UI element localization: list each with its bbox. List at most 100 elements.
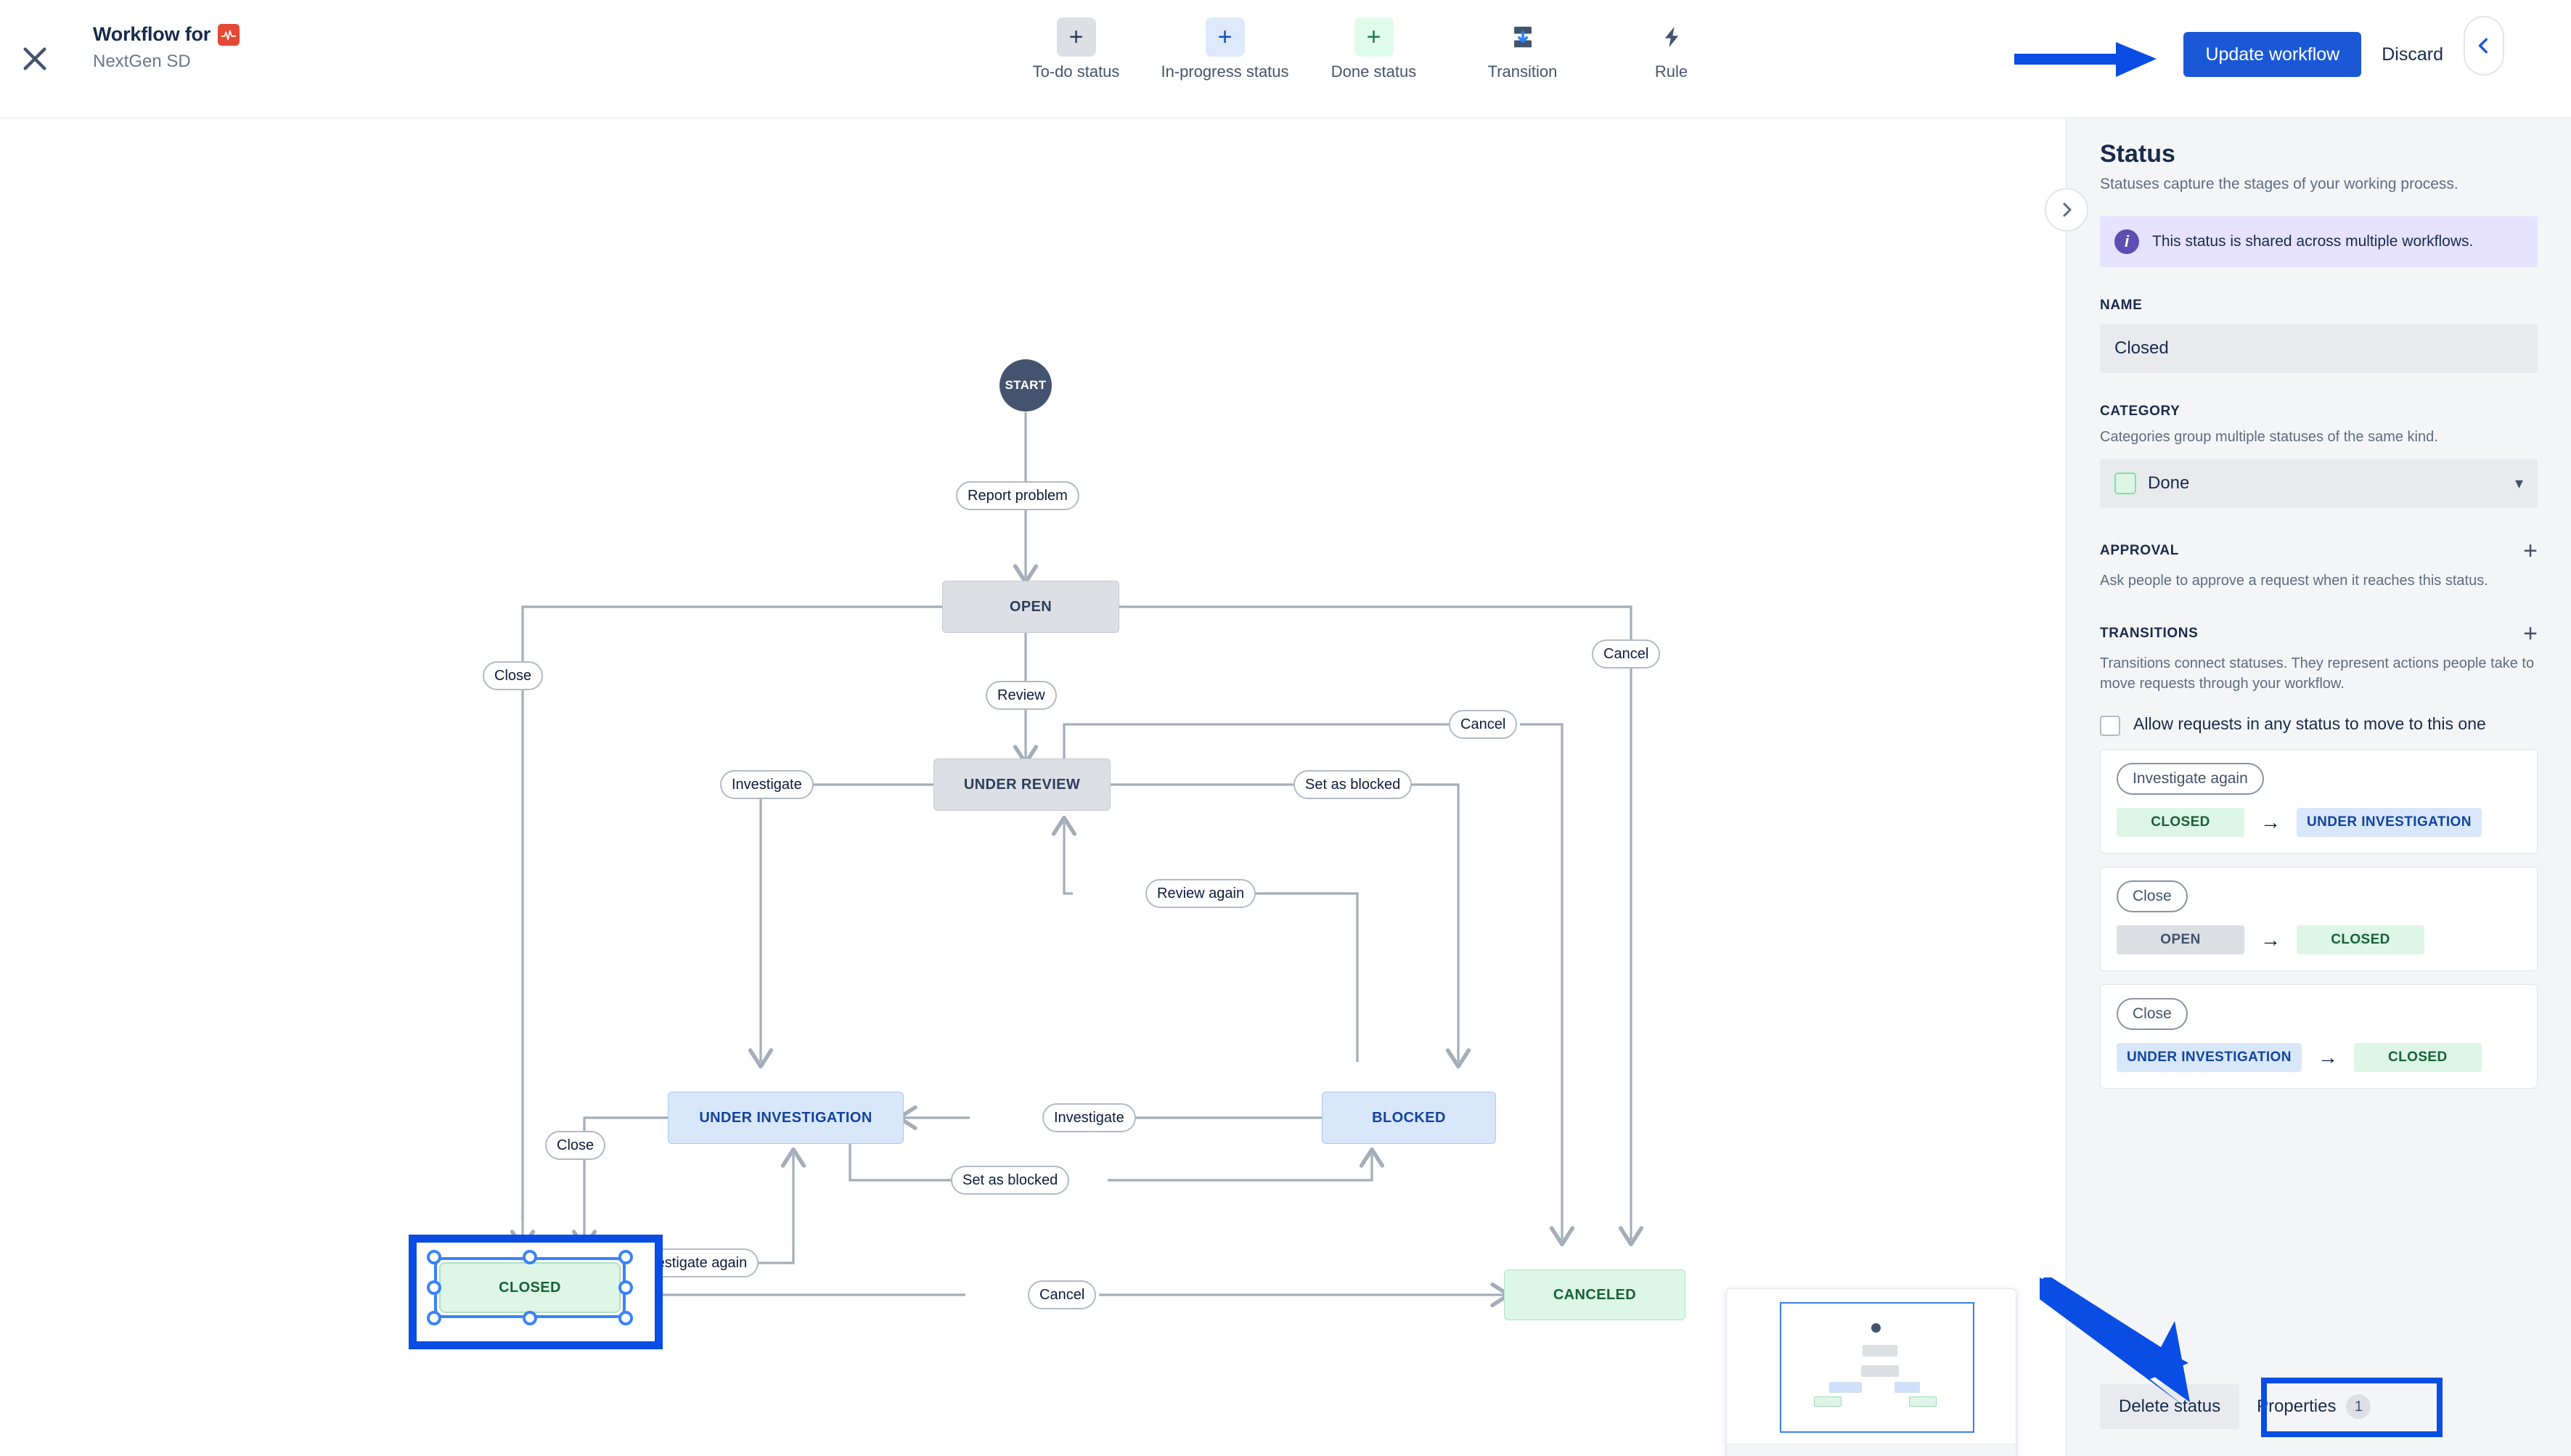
add-done-status-button[interactable]: + Done status	[1299, 17, 1448, 81]
info-icon: i	[2114, 229, 2139, 254]
lightning-bolt-icon	[1652, 17, 1691, 57]
edge-label-investigate-review[interactable]: Investigate	[720, 770, 814, 799]
node-open[interactable]: OPEN	[942, 581, 1119, 633]
transition-card[interactable]: Close OPEN → CLOSED	[2100, 867, 2538, 971]
minimap-node-under-investigation	[1829, 1382, 1862, 1393]
transition-card[interactable]: Investigate again CLOSED → UNDER INVESTI…	[2100, 749, 2538, 854]
category-selected-value: Done	[2148, 473, 2190, 493]
minimap-node-start	[1871, 1323, 1881, 1333]
zoom-controls	[1727, 1444, 2016, 1456]
add-transition-button[interactable]: +	[2523, 621, 2538, 646]
panel-title: Status	[2100, 140, 2175, 168]
add-transition-button[interactable]: Transition	[1448, 17, 1597, 81]
collapse-panel-button[interactable]	[2045, 188, 2088, 232]
service-desk-icon	[218, 23, 240, 46]
transition-from-status: OPEN	[2117, 925, 2244, 954]
edge-label-close-open[interactable]: Close	[483, 661, 544, 690]
edge-label-close-investigation[interactable]: Close	[545, 1131, 606, 1160]
toolbar-label: Rule	[1654, 62, 1688, 81]
collapse-header-button[interactable]	[2464, 16, 2504, 75]
edge-label-report-problem[interactable]: Report problem	[956, 481, 1079, 510]
minimap-node-open	[1863, 1345, 1897, 1357]
add-approval-button[interactable]: +	[2523, 539, 2538, 563]
add-todo-status-button[interactable]: + To-do status	[1002, 17, 1150, 81]
resize-handle[interactable]	[523, 1311, 537, 1325]
transition-from-status: UNDER INVESTIGATION	[2117, 1043, 2302, 1072]
resize-handle[interactable]	[427, 1280, 441, 1295]
shared-status-text: This status is shared across multiple wo…	[2152, 233, 2474, 250]
allow-any-status-label: Allow requests in any status to move to …	[2133, 714, 2486, 733]
resize-handle[interactable]	[618, 1311, 633, 1325]
minimap-node-closed	[1814, 1396, 1842, 1407]
project-subtitle: NextGen SD	[93, 52, 191, 71]
discard-button[interactable]: Discard	[2361, 32, 2464, 77]
node-under-review[interactable]: UNDER REVIEW	[933, 758, 1111, 811]
node-start[interactable]: START	[1000, 359, 1052, 412]
edge-label-review[interactable]: Review	[986, 681, 1057, 710]
approval-description: Ask people to approve a request when it …	[2100, 573, 2488, 589]
minimap-node-under-review	[1861, 1365, 1899, 1377]
transition-flow: UNDER INVESTIGATION → CLOSED	[2117, 1043, 2521, 1072]
panel-body: Status Statuses capture the stages of yo…	[2067, 118, 2571, 1357]
properties-label: Properties	[2257, 1396, 2337, 1416]
panel-subtitle: Statuses capture the stages of your work…	[2100, 176, 2458, 192]
edge-label-cancel-open[interactable]: Cancel	[1592, 639, 1661, 668]
edge-label-cancel-review[interactable]: Cancel	[1449, 710, 1518, 739]
workflow-canvas[interactable]: START OPEN UNDER REVIEW UNDER INVESTIGAT…	[0, 118, 2066, 1456]
workflow-title-block: Workflow for NextGen SD	[93, 23, 240, 72]
minimap-node-canceled	[1909, 1396, 1937, 1407]
resize-handle[interactable]	[427, 1311, 441, 1325]
arrow-right-icon: →	[2260, 928, 2281, 951]
edge-label-cancel-closed[interactable]: Cancel	[1028, 1280, 1097, 1309]
transition-name: Investigate again	[2117, 763, 2264, 795]
resize-handle[interactable]	[618, 1280, 633, 1295]
close-icon	[23, 47, 46, 70]
transition-from-status: CLOSED	[2117, 808, 2244, 837]
plus-icon: +	[1205, 17, 1245, 57]
edge-label-review-again[interactable]: Review again	[1145, 879, 1256, 908]
transitions-header: TRANSITIONS +	[2100, 621, 2538, 646]
toolbar-label: Done status	[1331, 62, 1417, 81]
category-color-swatch	[2114, 473, 2136, 494]
chevron-down-icon: ▾	[2514, 474, 2523, 492]
category-label: CATEGORY	[2100, 404, 2180, 419]
properties-button[interactable]: Properties 1	[2239, 1384, 2388, 1429]
transition-name: Close	[2117, 880, 2188, 912]
resize-handle[interactable]	[523, 1250, 537, 1264]
add-rule-button[interactable]: Rule	[1597, 17, 1746, 81]
resize-handle[interactable]	[427, 1250, 441, 1264]
transitions-description: Transitions connect statuses. They repre…	[2100, 655, 2535, 692]
properties-count-badge: 1	[2346, 1394, 2371, 1419]
node-blocked[interactable]: BLOCKED	[1322, 1092, 1496, 1144]
transition-card[interactable]: Close UNDER INVESTIGATION → CLOSED	[2100, 984, 2538, 1089]
allow-any-status-row[interactable]: Allow requests in any status to move to …	[2100, 713, 2538, 736]
minimap-viewport[interactable]	[1780, 1302, 1974, 1433]
node-closed[interactable]: CLOSED	[439, 1262, 621, 1313]
node-canceled[interactable]: CANCELED	[1504, 1269, 1685, 1320]
arrow-right-icon: →	[2317, 1046, 2338, 1068]
edge-label-investigate-blocked[interactable]: Investigate	[1042, 1103, 1136, 1132]
toolbar: + To-do status + In-progress status + Do…	[1002, 17, 1746, 81]
resize-handle[interactable]	[618, 1250, 633, 1264]
approval-header: APPROVAL +	[2100, 539, 2538, 563]
category-description: Categories group multiple statuses of th…	[2100, 429, 2438, 445]
shared-status-banner: i This status is shared across multiple …	[2100, 216, 2538, 267]
chevron-right-icon	[2063, 203, 2072, 217]
minimap-node-blocked	[1894, 1382, 1920, 1393]
node-under-investigation[interactable]: UNDER INVESTIGATION	[668, 1092, 904, 1144]
edge-label-set-as-blocked-review[interactable]: Set as blocked	[1293, 770, 1413, 799]
plus-icon: +	[1354, 17, 1394, 57]
name-label: NAME	[2100, 298, 2143, 313]
transition-flow: OPEN → CLOSED	[2117, 925, 2521, 954]
edge-label-set-as-blocked-investigation[interactable]: Set as blocked	[951, 1166, 1070, 1195]
status-name-input[interactable]: Closed	[2100, 324, 2538, 373]
close-editor-button[interactable]	[16, 40, 54, 78]
arrow-right-icon: →	[2260, 811, 2281, 833]
chevron-left-icon	[2478, 38, 2488, 54]
delete-status-button[interactable]: Delete status	[2100, 1384, 2240, 1429]
allow-any-status-checkbox[interactable]	[2100, 716, 2120, 736]
category-select[interactable]: Done ▾	[2100, 459, 2538, 508]
update-workflow-button[interactable]: Update workflow	[2183, 32, 2362, 77]
minimap[interactable]	[1726, 1288, 2016, 1456]
add-inprogress-status-button[interactable]: + In-progress status	[1150, 17, 1299, 81]
